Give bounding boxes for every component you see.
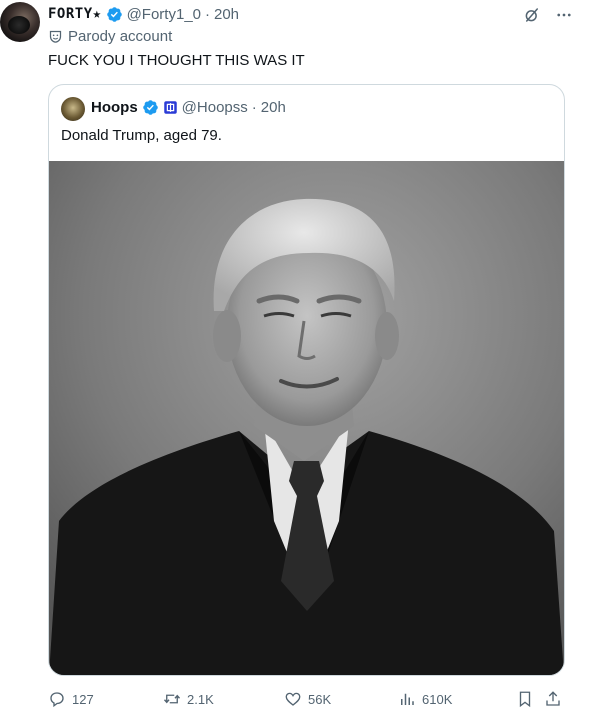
parody-text: Parody account bbox=[68, 28, 173, 45]
quoted-post[interactable]: Hoops @Hoopss · 20h Donald Trump, aged 7… bbox=[48, 84, 565, 676]
quoted-display-name[interactable]: Hoops bbox=[91, 99, 138, 116]
verified-badge-icon bbox=[106, 6, 122, 22]
more-icon[interactable] bbox=[555, 6, 573, 24]
separator: · bbox=[205, 5, 210, 23]
avatar[interactable] bbox=[0, 2, 40, 42]
parody-label: Parody account bbox=[48, 28, 172, 45]
display-name[interactable]: FORTY★ bbox=[48, 6, 102, 22]
tweet: FORTY★ @Forty1_0 · 20h Parody account FU… bbox=[0, 0, 597, 728]
post-controls bbox=[523, 6, 573, 24]
views-button[interactable]: 610K bbox=[398, 690, 452, 708]
affiliate-badge-icon[interactable] bbox=[163, 100, 178, 115]
like-icon bbox=[285, 692, 301, 706]
repost-count: 2.1K bbox=[187, 691, 214, 707]
quoted-handle[interactable]: @Hoopss bbox=[182, 99, 248, 116]
post-text: FUCK YOU I THOUGHT THIS WAS IT bbox=[48, 52, 305, 69]
share-icon bbox=[546, 691, 560, 706]
timestamp[interactable]: 20h bbox=[214, 6, 239, 23]
reply-button[interactable]: 127 bbox=[48, 690, 94, 708]
reply-count: 127 bbox=[72, 691, 94, 707]
quoted-photo[interactable] bbox=[49, 161, 564, 675]
views-icon bbox=[401, 693, 414, 705]
share-button[interactable] bbox=[544, 690, 562, 708]
quoted-header: Hoops @Hoopss · 20h bbox=[91, 99, 286, 116]
bookmark-icon bbox=[519, 691, 531, 708]
repost-icon bbox=[163, 694, 181, 704]
verified-badge-icon bbox=[142, 100, 158, 115]
views-count: 610K bbox=[422, 691, 453, 707]
like-count: 56K bbox=[308, 691, 332, 707]
bookmark-button[interactable] bbox=[516, 690, 534, 708]
action-bar: 127 2.1K 56K 610K bbox=[48, 690, 568, 712]
portrait-photo bbox=[49, 161, 564, 675]
quoted-timestamp[interactable]: 20h bbox=[261, 99, 286, 116]
quoted-avatar[interactable] bbox=[61, 97, 85, 121]
reply-icon bbox=[50, 692, 64, 708]
parody-mask-icon bbox=[49, 30, 62, 43]
repost-button[interactable]: 2.1K bbox=[163, 690, 214, 708]
post-header: FORTY★ @Forty1_0 · 20h bbox=[48, 4, 239, 24]
quoted-text: Donald Trump, aged 79. bbox=[61, 127, 222, 144]
separator: · bbox=[251, 99, 257, 116]
grok-icon[interactable] bbox=[523, 6, 541, 24]
like-button[interactable]: 56K bbox=[284, 690, 331, 708]
handle[interactable]: @Forty1_0 bbox=[127, 6, 201, 23]
